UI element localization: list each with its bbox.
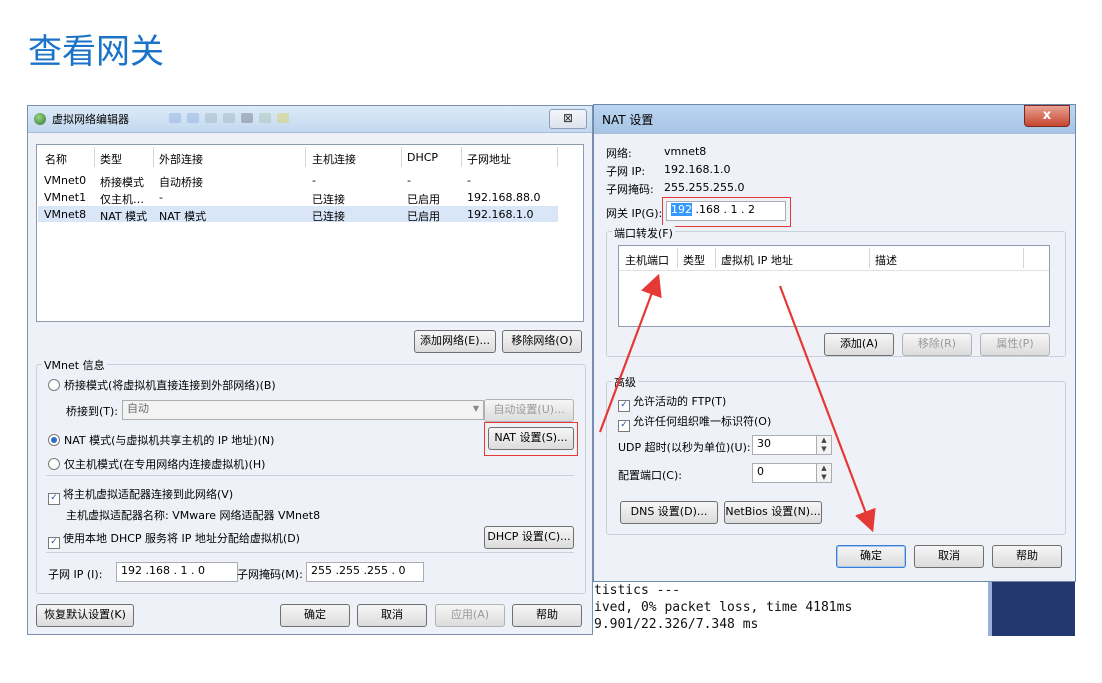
annotation-arrows [598,273,876,533]
arrow-to-port-table [598,273,662,433]
arrow-to-ok-button [778,285,876,533]
